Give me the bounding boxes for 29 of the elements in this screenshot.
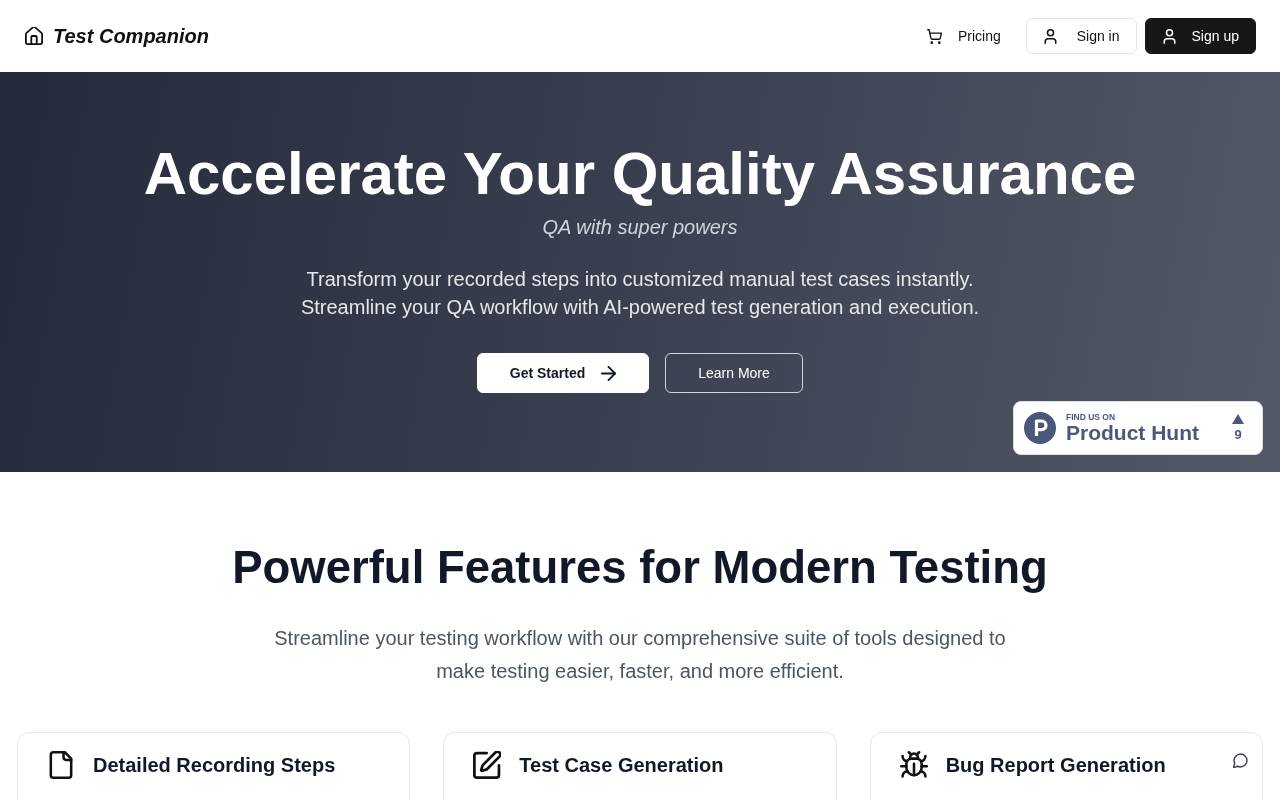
sign-up-button[interactable]: Sign up [1144,18,1256,54]
vote-count: 9 [1234,428,1242,442]
get-started-button[interactable]: Get Started [477,353,649,393]
user-icon [1161,28,1177,44]
feature-title: Test Case Generation [519,753,724,778]
feature-title: Bug Report Generation [945,753,1166,778]
features-description: Streamline your testing workflow with our comprehensive suite of tools designed to make testing easier, faster, and more efficient. [273,626,1007,684]
logo-icon [1024,412,1056,444]
file-icon [47,751,75,779]
learn-more-button[interactable]: Learn More [665,353,803,393]
product-hunt-badge[interactable]: FIND US ON Product Hunt 9 [1013,401,1263,455]
chat-bubble-icon[interactable] [1232,752,1248,768]
pricing-link[interactable]: Pricing [909,18,1018,54]
hero-tagline: QA with super powers [542,215,738,240]
upvote-triangle-icon [1232,414,1244,424]
badge-caption: FIND US ON [1066,412,1116,422]
badge-title: Product Hunt [1066,422,1199,444]
cart-icon [926,28,942,44]
pen-square-icon [473,751,502,779]
user-icon [1042,28,1058,44]
hero-description: Transform your recorded steps into customized manual test cases instantly. Streamline your QA workflow with AI-powered test generation and execution. [299,267,981,320]
bug-icon [899,751,928,779]
sign-in-button[interactable]: Sign in [1025,18,1137,54]
hero-title: Accelerate Your Quality Assurance [143,144,1137,204]
arrow-right-icon [601,365,617,381]
house-icon[interactable] [25,27,43,45]
feature-title: Detailed Recording Steps [93,753,336,778]
brand-name[interactable]: Test Companion [53,24,209,48]
features-heading: Powerful Features for Modern Testing [232,544,1048,592]
